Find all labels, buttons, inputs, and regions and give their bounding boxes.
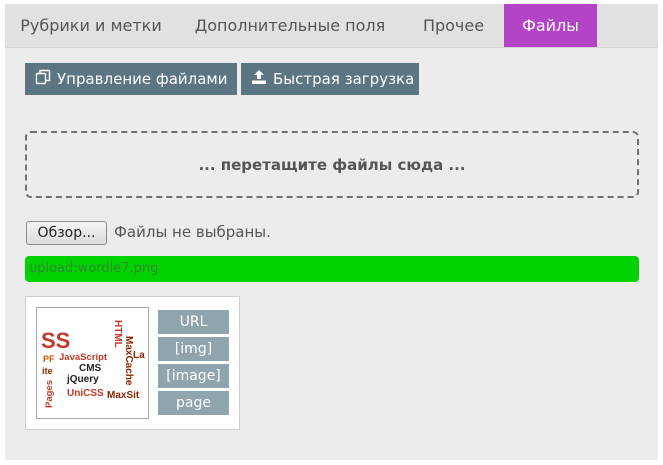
thumbnail-word-3: JavaScript bbox=[59, 352, 108, 363]
browse-button[interactable]: Обзор... bbox=[26, 221, 107, 245]
tab-additional-fields[interactable]: Дополнительные поля bbox=[177, 4, 403, 47]
insert-img-button[interactable]: [img] bbox=[158, 337, 229, 361]
insert-page-button[interactable]: page bbox=[158, 391, 229, 415]
uploaded-file-card: SS HTML La JavaScript MaxCache PF CMS it… bbox=[25, 296, 240, 430]
insert-url-button[interactable]: URL bbox=[158, 310, 229, 334]
upload-icon bbox=[251, 69, 273, 89]
thumbnail-word-5: PF bbox=[43, 354, 55, 364]
thumbnail-word-11: MaxSit bbox=[107, 390, 140, 401]
thumbnail-word-9: Pages bbox=[44, 380, 55, 408]
wordle-image: SS HTML La JavaScript MaxCache PF CMS it… bbox=[41, 320, 145, 408]
tab-other[interactable]: Прочее bbox=[403, 4, 504, 47]
upload-progress-bar: upload:wordle7.png bbox=[25, 256, 639, 282]
tab-files[interactable]: Файлы bbox=[504, 4, 597, 47]
file-input-status: Файлы не выбраны. bbox=[114, 223, 271, 241]
quick-upload-label: Быстрая загрузка bbox=[273, 70, 415, 88]
files-copy-icon bbox=[35, 69, 57, 89]
thumbnail-word-6: CMS bbox=[79, 363, 102, 374]
file-thumbnail[interactable]: SS HTML La JavaScript MaxCache PF CMS it… bbox=[36, 307, 149, 419]
thumbnail-word-8: jQuery bbox=[66, 374, 99, 385]
quick-upload-button[interactable]: Быстрая загрузка bbox=[241, 63, 419, 95]
file-drop-zone[interactable]: ... перетащите файлы сюда ... bbox=[25, 131, 639, 198]
manage-files-button[interactable]: Управление файлами bbox=[25, 63, 237, 95]
upload-progress-label: upload:wordle7.png bbox=[29, 261, 159, 276]
tab-categories-tags[interactable]: Рубрики и метки bbox=[5, 4, 177, 47]
tab-bar: Рубрики и метки Дополнительные поля Проч… bbox=[5, 4, 658, 48]
manage-files-label: Управление файлами bbox=[57, 70, 228, 88]
insert-image-button[interactable]: [image] bbox=[158, 364, 229, 388]
thumbnail-word-4: MaxCache bbox=[123, 336, 134, 386]
thumbnail-word-7: ite bbox=[42, 366, 53, 376]
thumbnail-word-0: SS bbox=[41, 328, 70, 353]
drop-zone-text: ... перетащите файлы сюда ... bbox=[198, 155, 466, 174]
thumbnail-word-10: UniCSS bbox=[67, 388, 104, 399]
thumbnail-word-1: HTML bbox=[112, 320, 123, 348]
files-panel: Рубрики и метки Дополнительные поля Проч… bbox=[5, 4, 658, 460]
